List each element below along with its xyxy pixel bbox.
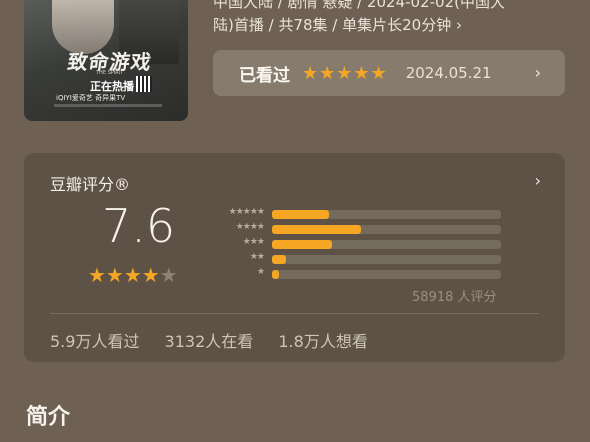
histogram-track: [272, 210, 501, 219]
watched-label: 已看过: [239, 65, 290, 86]
watch-stats: 5.9万人看过 3132人在看 1.8万人想看: [50, 328, 388, 352]
histogram-track: [272, 270, 501, 279]
histogram-bar: [272, 210, 330, 219]
qr-code-icon: [136, 76, 152, 92]
poster-subtitle: THE SPIRIT: [96, 70, 124, 76]
rating-title: 豆瓣评分®: [50, 175, 131, 194]
histogram-bar: [272, 270, 279, 279]
histogram-row: ★★★★★: [206, 207, 506, 219]
poster-image[interactable]: 致命游戏 THE SPIRIT 正在热播 iQIYI爱奇艺 奇异果TV: [24, 0, 188, 121]
poster-fineprint: [54, 104, 162, 107]
chevron-right-icon: ›: [534, 63, 541, 82]
rating-stars-empty: ★: [159, 263, 178, 287]
histogram-star-label: ★: [256, 267, 265, 277]
histogram-star-label: ★★: [249, 252, 265, 262]
histogram-row: ★★★★: [206, 222, 506, 234]
histogram-track: [272, 240, 501, 249]
stat-watching: 3132人在看: [164, 332, 254, 351]
histogram-bar: [272, 240, 332, 249]
histogram-star-label: ★★★★: [235, 222, 265, 232]
rating-count: 58918 人评分: [412, 290, 497, 305]
histogram-row: ★: [206, 267, 506, 279]
poster-brands: iQIYI爱奇艺 奇异果TV: [56, 94, 126, 102]
douban-rating-card[interactable]: 豆瓣评分® › 7.6 ★★★★★ ★★★★★ ★★★★ ★★★ ★★ ★ 58918 …: [24, 153, 565, 362]
histogram-track: [272, 225, 501, 234]
histogram-bar: [272, 255, 286, 264]
my-rating-stars: ★★★★★: [302, 62, 388, 84]
histogram-bar: [272, 225, 362, 234]
meta-line-2[interactable]: 陆)首播 / 共78集 / 单集片长20分钟 ›: [213, 14, 573, 36]
histogram-star-label: ★★★: [242, 237, 265, 247]
rating-stars-filled: ★★★★: [88, 263, 160, 287]
intro-heading: 简介: [26, 405, 71, 430]
stat-watched: 5.9万人看过: [50, 332, 140, 351]
watched-date: 2024.05.21: [405, 64, 492, 82]
meta-line-1: 中国大陆 / 剧情 悬疑 / 2024-02-02(中国大: [213, 0, 505, 11]
chevron-right-icon[interactable]: ›: [535, 171, 541, 190]
divider: [50, 313, 539, 314]
rating-stars: ★★★★★: [88, 263, 178, 287]
histogram-track: [272, 255, 501, 264]
watched-status-button[interactable]: 已看过 ★★★★★ 2024.05.21 ›: [213, 50, 565, 96]
stat-want: 1.8万人想看: [278, 332, 368, 351]
rating-score: 7.6: [102, 199, 176, 253]
histogram-star-label: ★★★★★: [228, 207, 265, 217]
poster-status: 正在热播: [90, 80, 134, 93]
histogram-row: ★★: [206, 252, 506, 264]
histogram-row: ★★★: [206, 237, 506, 249]
